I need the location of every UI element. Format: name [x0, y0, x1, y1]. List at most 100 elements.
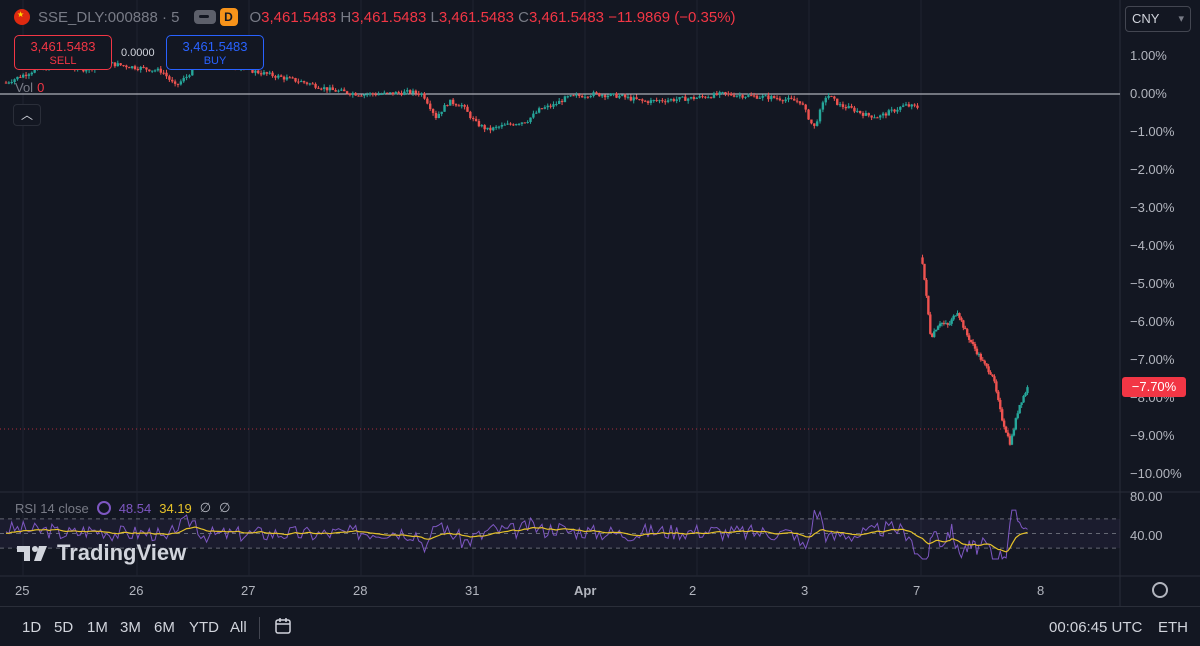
- candle-body: [615, 93, 618, 98]
- candle-body: [904, 104, 908, 106]
- candle-body: [7, 82, 11, 84]
- bottom-toolbar: 1D 5D 1M 3M 6M YTD All 00:06:45 UTC ETH: [0, 606, 1200, 646]
- sell-label: SELL: [49, 55, 77, 67]
- candle-body: [423, 93, 426, 99]
- candle-body: [1020, 402, 1023, 405]
- candle-body: [950, 319, 953, 324]
- utc-clock[interactable]: 00:06:45 UTC: [1049, 619, 1142, 636]
- candle-body: [655, 100, 658, 102]
- range-ytd-button[interactable]: YTD: [189, 619, 219, 636]
- spread-value: 0.0000: [121, 47, 155, 59]
- eye-toggle-icon[interactable]: [193, 10, 216, 24]
- rsi-axis-40: 40.00: [1130, 528, 1163, 543]
- candle-body: [480, 125, 484, 127]
- candle-body: [85, 70, 88, 72]
- candle-body: [532, 113, 535, 118]
- candle-body: [612, 93, 615, 95]
- candle-body: [967, 335, 971, 340]
- candle-body: [669, 99, 673, 101]
- range-all-button[interactable]: All: [230, 619, 247, 636]
- candle-body: [595, 92, 598, 94]
- rsi-label[interactable]: RSI 14 close: [15, 501, 89, 516]
- candle-body: [971, 341, 975, 345]
- candle-body: [772, 96, 776, 98]
- sell-button[interactable]: 3,461.5483 SELL: [14, 35, 112, 70]
- candle-body: [793, 98, 796, 101]
- candle-body: [744, 96, 747, 98]
- candle-body: [686, 98, 690, 101]
- candle-body: [351, 93, 355, 95]
- candle-body: [979, 353, 983, 360]
- candle-body: [824, 97, 827, 103]
- candle-body: [526, 121, 529, 123]
- candle-body: [698, 96, 701, 98]
- candle-body: [689, 97, 693, 99]
- candle-body: [775, 97, 779, 99]
- rsi-empty-2: ∅: [219, 500, 231, 515]
- candle-body: [451, 99, 455, 105]
- change-value: −11.9869 (−0.35%): [608, 8, 736, 26]
- candle-body: [600, 95, 604, 97]
- candle-body: [695, 97, 698, 99]
- candle-body: [317, 87, 320, 89]
- candle-body: [466, 106, 469, 112]
- candle-body: [320, 88, 323, 90]
- rsi-ma-value: 34.19: [159, 500, 192, 516]
- buy-button[interactable]: 3,461.5483 BUY: [166, 35, 264, 70]
- candle-body: [363, 94, 366, 96]
- time-axis-label: 7: [913, 583, 921, 598]
- candle-body: [995, 381, 998, 392]
- range-1d-button[interactable]: 1D: [22, 619, 41, 636]
- candle-body: [729, 93, 733, 96]
- candle-body: [718, 92, 721, 95]
- candle-body: [297, 81, 300, 83]
- candle-body: [486, 127, 489, 130]
- candle-body: [514, 124, 518, 126]
- candle-body: [638, 99, 641, 101]
- ohlc-values: O3,461.5483 H3,461.5483 L3,461.5483 C3,4…: [249, 8, 736, 26]
- candle-body: [841, 104, 845, 107]
- candle-body: [566, 96, 569, 98]
- candle-body: [850, 106, 853, 108]
- candle-body: [472, 118, 475, 120]
- symbol-name[interactable]: SSE_DLY:000888 · 5: [38, 9, 180, 26]
- go-to-date-calendar-icon[interactable]: [274, 617, 292, 635]
- candle-body: [896, 109, 899, 112]
- candle-body: [420, 93, 423, 95]
- candle-body: [798, 101, 802, 104]
- candle-body: [523, 122, 526, 124]
- range-1m-button[interactable]: 1M: [87, 619, 108, 636]
- price-axis-label: 0.00%: [1130, 86, 1167, 101]
- candle-body: [331, 87, 334, 91]
- candle-body: [960, 317, 963, 321]
- candle-body: [901, 105, 905, 107]
- rsi-settings-icon[interactable]: [96, 501, 111, 515]
- candle-body: [552, 104, 555, 107]
- range-3m-button[interactable]: 3M: [120, 619, 141, 636]
- candle-body: [827, 95, 830, 98]
- rsi-empty-1: ∅: [199, 500, 212, 515]
- collapse-legend-button[interactable]: ︿: [13, 104, 41, 126]
- candle-body: [374, 94, 377, 96]
- candle-body: [142, 66, 145, 68]
- data-badge[interactable]: D: [219, 8, 238, 26]
- candle-body: [666, 100, 670, 102]
- candle-body: [727, 93, 730, 95]
- candle-body: [632, 97, 635, 101]
- settings-icon[interactable]: [1152, 582, 1168, 598]
- candle-body: [847, 106, 850, 109]
- candle-body: [876, 117, 879, 119]
- time-axis-label: 27: [241, 583, 256, 598]
- range-6m-button[interactable]: 6M: [154, 619, 175, 636]
- candle-body: [454, 104, 458, 106]
- candle-body: [641, 99, 644, 101]
- currency-selector[interactable]: CNY: [1125, 6, 1191, 32]
- tradingview-logo[interactable]: TradingView: [17, 540, 186, 566]
- candle-body: [340, 89, 343, 91]
- session-toggle[interactable]: ETH: [1158, 619, 1188, 636]
- candle-body: [999, 400, 1002, 410]
- candle-body: [429, 103, 432, 110]
- range-5d-button[interactable]: 5D: [54, 619, 73, 636]
- candle-body: [408, 90, 412, 94]
- candle-body: [311, 83, 314, 85]
